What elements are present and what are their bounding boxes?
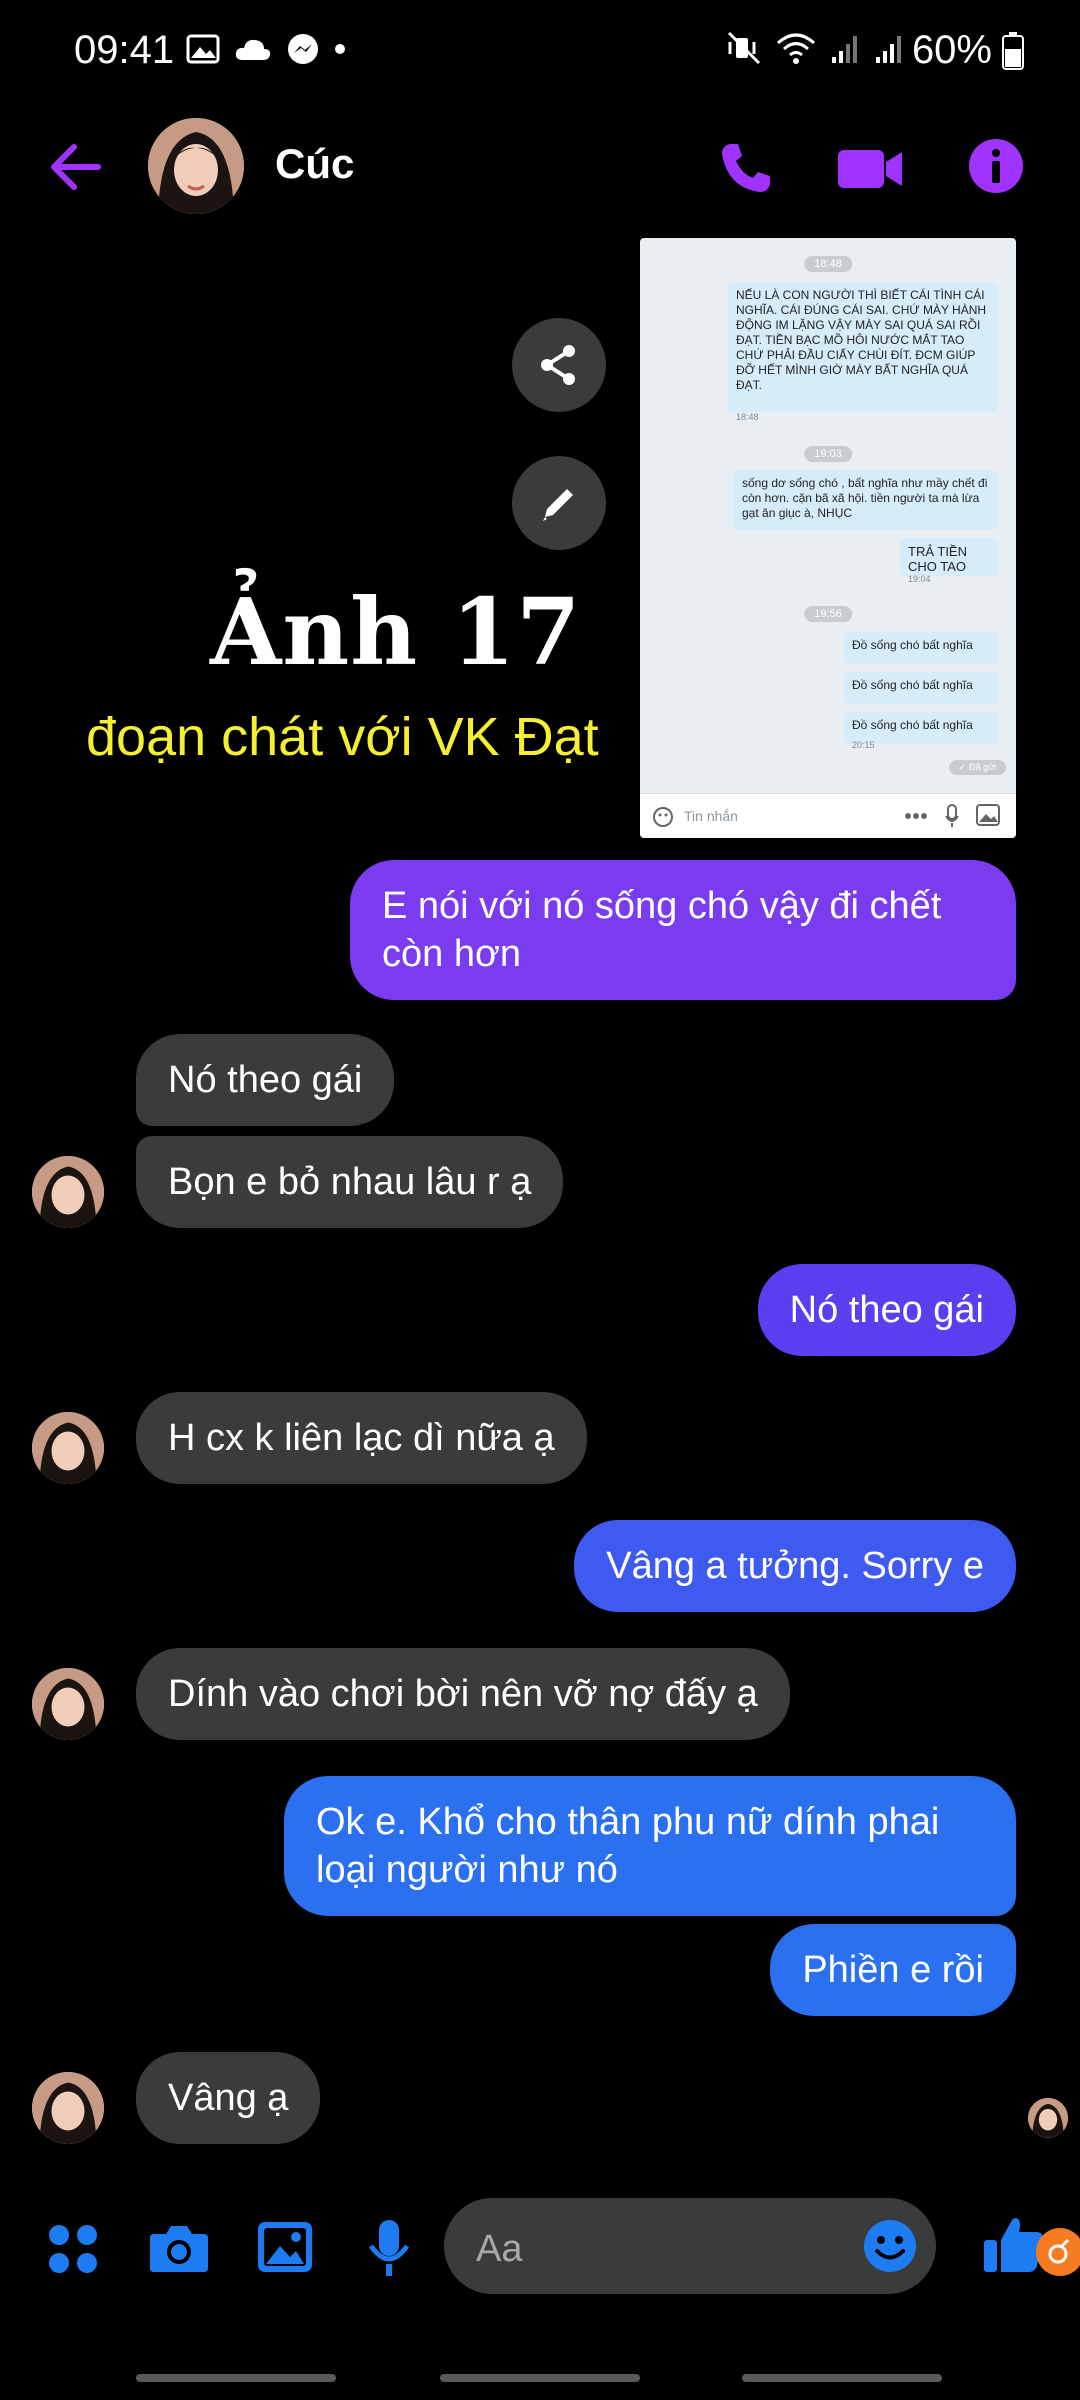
status-time: 09:41: [74, 28, 175, 72]
video-call-button[interactable]: [836, 144, 906, 194]
camera-icon: [150, 2226, 208, 2272]
contact-name[interactable]: Cúc: [275, 140, 354, 188]
shot-sent-status: ✓ Đã gửi: [948, 760, 1006, 775]
dot-icon: [335, 44, 345, 54]
overlay-caption-title: Ảnh 17: [210, 578, 582, 686]
microphone-icon: [945, 804, 959, 827]
incoming-message[interactable]: Vâng ạ: [136, 2052, 321, 2144]
audio-call-button[interactable]: [716, 138, 776, 198]
sticker-icon: [653, 807, 673, 827]
gallery-button[interactable]: [256, 2220, 314, 2274]
pencil-icon: [543, 489, 573, 521]
emoji-icon: [864, 2220, 916, 2272]
incoming-message[interactable]: Nó theo gái: [136, 1034, 395, 1126]
share-image-button[interactable]: [512, 318, 606, 412]
status-bar: 09:41 60%: [0, 0, 1080, 108]
shot-composer-placeholder: Tin nhắn: [684, 808, 738, 824]
outgoing-message[interactable]: Vâng a tưởng. Sorry e: [574, 1520, 1016, 1612]
camera-button[interactable]: [148, 2220, 210, 2276]
microphone-icon: [368, 2220, 410, 2276]
shot-timestamp: 19:56: [804, 606, 852, 622]
status-notification-icons: [186, 32, 346, 66]
cloud-icon: [235, 39, 271, 60]
incoming-message[interactable]: Dính vào chơi bời nên vỡ nợ đấy ạ: [136, 1648, 790, 1740]
phone-icon: [722, 144, 770, 192]
conversation-header: Cúc: [0, 108, 1080, 228]
nav-back[interactable]: [742, 2374, 942, 2382]
shot-timestamp: 18:48: [804, 256, 852, 272]
status-system-icons: [726, 30, 904, 66]
incoming-message[interactable]: H cx k liên lạc dì nữa ạ: [136, 1392, 587, 1484]
sender-avatar[interactable]: [32, 2072, 104, 2144]
nav-recent-apps[interactable]: [136, 2374, 336, 2382]
shot-message: TRẢ TIỀN CHO TAO: [900, 538, 998, 576]
signal-icon-2: [876, 36, 901, 63]
apps-button[interactable]: [46, 2222, 100, 2276]
messenger-notification-icon: [288, 34, 318, 64]
sender-avatar[interactable]: [32, 1668, 104, 1740]
video-camera-icon: [838, 150, 902, 188]
outgoing-message[interactable]: Nó theo gái: [757, 1264, 1016, 1356]
arrow-left-icon: [51, 144, 101, 190]
shot-message: Đồ sống chó bất nghĩa: [844, 632, 998, 664]
shot-message-time: 18:48: [736, 412, 759, 422]
shot-message: NẾU LÀ CON NGƯỜI THÌ BIẾT CÁI TÌNH CÁI N…: [728, 282, 998, 412]
shared-screenshot-image[interactable]: 18:48 NẾU LÀ CON NGƯỜI THÌ BIẾT CÁI TÌNH…: [640, 238, 1016, 838]
chat-head-bubble-icon: [1036, 2228, 1080, 2276]
shot-composer: Tin nhắn: [640, 793, 1016, 838]
outgoing-message[interactable]: E nói với nó sống chó vậy đi chết còn hơ…: [350, 860, 1016, 1000]
mute-vibrate-icon: [727, 31, 761, 65]
shot-timestamp: 19:03: [804, 446, 852, 462]
outgoing-message[interactable]: Phiền e rồi: [770, 1924, 1016, 2016]
conversation-info-button[interactable]: [966, 136, 1026, 196]
outgoing-message[interactable]: Ok e. Khổ cho thân phu nữ dính phai loại…: [284, 1776, 1016, 1916]
shot-message-time: 20:15: [852, 740, 875, 750]
seen-receipt-avatar: [1028, 2098, 1068, 2138]
info-icon: [969, 139, 1023, 193]
emoji-button[interactable]: [862, 2218, 918, 2274]
gallery-notification-icon: [186, 34, 220, 64]
voice-message-button[interactable]: [366, 2218, 412, 2278]
four-dots-icon: [49, 2225, 97, 2273]
nav-home[interactable]: [440, 2374, 640, 2382]
more-icon: [905, 813, 927, 819]
battery-icon: [1002, 32, 1024, 70]
sender-avatar[interactable]: [32, 1156, 104, 1228]
sender-avatar[interactable]: [32, 1412, 104, 1484]
image-icon: [258, 2222, 312, 2272]
battery-percentage: 60%: [911, 28, 992, 72]
wifi-icon: [777, 33, 815, 64]
edit-image-button[interactable]: [512, 456, 606, 550]
back-button[interactable]: [42, 132, 112, 202]
shot-message: sống dơ sống chó , bất nghĩa như mầy chế…: [734, 470, 998, 530]
incoming-message[interactable]: Bọn e bỏ nhau lâu r ạ: [136, 1136, 564, 1228]
overlay-caption-subtitle: đoạn chát với VK Đạt: [86, 707, 599, 767]
image-icon: [976, 804, 1000, 826]
shot-message: Đồ sống chó bất nghĩa: [844, 672, 998, 704]
message-input-placeholder: Aa: [476, 2228, 523, 2270]
contact-avatar[interactable]: [148, 118, 244, 214]
signal-icon-1: [832, 36, 857, 63]
share-icon: [541, 345, 575, 385]
shot-message-time: 19:04: [908, 574, 931, 584]
